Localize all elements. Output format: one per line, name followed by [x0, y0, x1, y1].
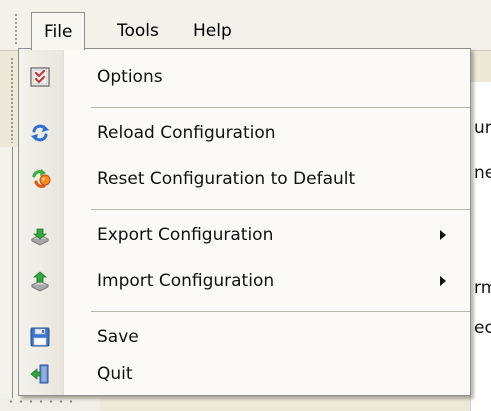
file-menu-dropdown: Options Reload Configuration Reset Confi… [18, 48, 471, 396]
menu-separator [91, 311, 470, 312]
toolbar-grip[interactable] [10, 57, 14, 143]
exit-door-icon [29, 363, 51, 385]
reset-icon [29, 168, 51, 190]
menu-item-reload-configuration[interactable]: Reload Configuration [19, 117, 470, 149]
import-icon [29, 270, 51, 292]
checklist-icon [29, 66, 51, 88]
background-text-fragment: ec [474, 318, 491, 338]
menu-item-reset-configuration[interactable]: Reset Configuration to Default [19, 163, 470, 195]
floppy-disk-icon [29, 326, 51, 348]
export-icon [29, 224, 51, 246]
menu-item-quit[interactable]: Quit [19, 358, 470, 390]
menu-item-import-configuration[interactable]: Import Configuration [19, 265, 470, 297]
submenu-arrow-icon [440, 276, 446, 286]
left-pane-border [12, 147, 13, 411]
application-window: { "menubar": { "items": [ {"label": "Fil… [0, 0, 491, 411]
background-text-fragment: ur [474, 118, 491, 138]
background-text-fragment: ne [474, 163, 491, 183]
menu-item-label: Save [97, 327, 139, 347]
menu-item-label: Import Configuration [97, 271, 275, 291]
bottom-left-decoration [6, 400, 80, 403]
background-text-fragment: rm [474, 278, 491, 298]
menu-bar-grip[interactable] [14, 13, 18, 45]
menu-item-save[interactable]: Save [19, 321, 470, 353]
submenu-arrow-icon [440, 230, 446, 240]
menu-item-label: Export Configuration [97, 225, 274, 245]
menu-separator [91, 107, 470, 108]
menu-file[interactable]: File [31, 12, 86, 50]
menu-help[interactable]: Help [181, 14, 244, 48]
menu-separator [91, 209, 470, 210]
menu-item-label: Quit [97, 364, 133, 384]
menu-item-options[interactable]: Options [19, 61, 470, 93]
menu-bar: File Tools Help [0, 0, 491, 51]
menu-item-label: Reload Configuration [97, 123, 276, 143]
reload-icon [29, 122, 51, 144]
menu-item-label: Options [97, 67, 163, 87]
menu-tools[interactable]: Tools [105, 14, 171, 48]
menu-item-export-configuration[interactable]: Export Configuration [19, 219, 470, 251]
menu-item-label: Reset Configuration to Default [97, 169, 356, 189]
